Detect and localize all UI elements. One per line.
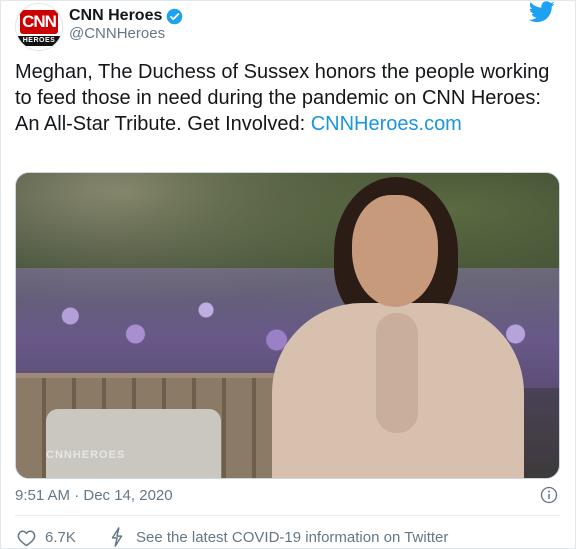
avatar[interactable]: CNN HEROES [15,3,63,51]
heart-icon[interactable] [17,529,36,547]
covid-info-link[interactable]: See the latest COVID-19 information on T… [136,529,448,546]
like-count[interactable]: 6.7K [45,529,76,546]
lightning-icon [111,527,123,547]
tweet-timestamp[interactable]: 9:51 AM · Dec 14, 2020 [15,487,173,504]
media-person-face [352,195,438,307]
user-handle[interactable]: @CNNHeroes [69,25,165,42]
info-icon[interactable] [540,486,558,504]
tweet-body: Meghan, The Duchess of Sussex honors the… [15,61,550,135]
divider [15,515,560,516]
author-name-row[interactable]: CNN Heroes [69,5,183,27]
cnn-logo: CNN [20,10,58,34]
tweet-card: CNN HEROES CNN Heroes @CNNHeroes Meghan,… [0,0,576,549]
verified-badge-icon [167,8,183,24]
video-watermark: CNNHEROES [46,449,126,461]
tweet-text: Meghan, The Duchess of Sussex honors the… [15,59,560,137]
twitter-bird-icon[interactable] [529,1,555,23]
heroes-logo-text: HEROES [18,36,60,46]
tweet-video[interactable]: CNNHEROES [15,172,560,479]
display-name[interactable]: CNN Heroes [69,7,162,25]
tweet-link[interactable]: CNNHeroes.com [311,113,462,135]
media-person-bow [376,313,418,433]
media-pillow [46,409,221,478]
